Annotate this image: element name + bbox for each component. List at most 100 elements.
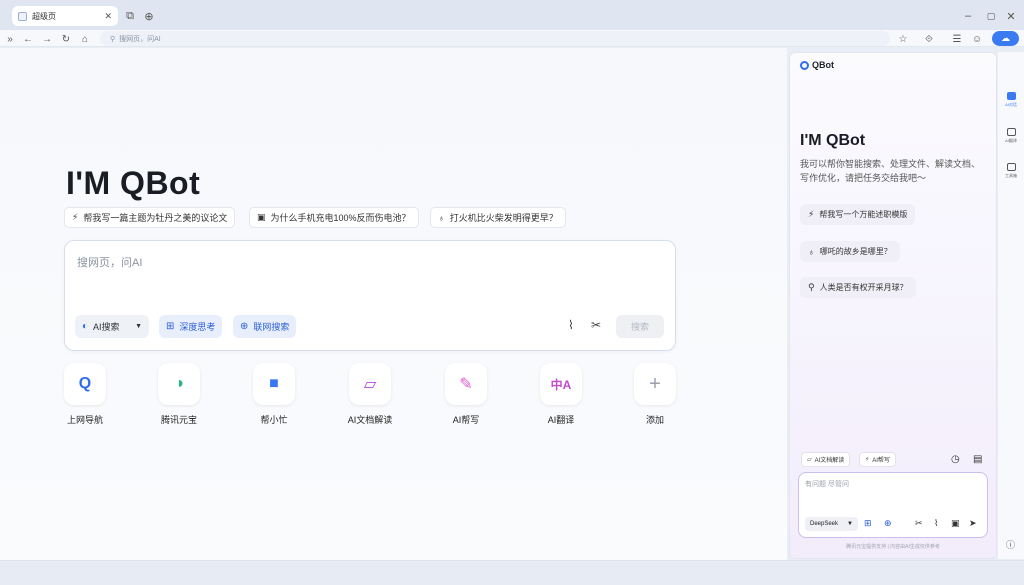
app-label: 添加	[645, 415, 664, 425]
minimize-icon[interactable]: –	[960, 8, 976, 24]
rail-item-ai-translate[interactable]: AI翻译	[1000, 128, 1022, 144]
new-chat-icon[interactable]: ▤	[973, 454, 982, 465]
plus-icon: +	[634, 363, 676, 405]
search-box[interactable]	[64, 240, 676, 351]
account-icon[interactable]: ☺	[970, 32, 984, 46]
panel-title: I'M QBot	[800, 132, 866, 149]
rail-label: 工具箱	[1005, 173, 1017, 178]
wand-icon: ✎	[445, 363, 487, 405]
reload-icon[interactable]: ↻	[59, 32, 73, 46]
panel-suggestion-label: 哪吒的故乡是哪里？	[819, 247, 892, 256]
suggestion-label: 为什么手机充电100%反而伤电池？	[270, 213, 411, 223]
search-icon: ⚲	[808, 282, 815, 292]
panel-disclaimer: 腾讯元宝提供支持 | 内容由AI生成仅供参考	[846, 544, 940, 550]
browser-tab[interactable]: 超级页 ✕	[12, 6, 118, 26]
magic-icon: ⚡	[865, 457, 870, 463]
attach-icon[interactable]: ⌇	[568, 318, 574, 332]
chat-icon	[1006, 92, 1016, 100]
chevron-down-icon: ▼	[135, 323, 142, 330]
toolbox-icon	[1006, 163, 1016, 171]
globe-icon: ⊕	[240, 321, 249, 332]
rail-label: AI翻译	[1005, 138, 1017, 143]
qbot-logo-icon	[800, 60, 809, 70]
app-label: 上网导航	[66, 415, 103, 425]
tab-title: 超级页	[32, 11, 56, 21]
doc-read-tool-label: AI文档解读	[814, 458, 845, 464]
app-label: AI文档解读	[347, 415, 393, 425]
rail-label: AI对话	[1005, 102, 1017, 107]
deep-think-icon[interactable]: ⊞	[864, 518, 872, 529]
deep-think-toggle[interactable]: ⊞ 深度思考	[159, 315, 223, 338]
app-shortcut[interactable]: ▱ AI文档解读	[330, 363, 410, 426]
chevron-down-icon: ▼	[847, 521, 853, 527]
attach-icon[interactable]: ⌇	[934, 518, 938, 529]
chat-icon: ▣	[257, 212, 266, 222]
magic-icon: ⚡	[72, 212, 79, 222]
qbot-brand-label: QBot	[812, 60, 834, 70]
magic-icon: ⚡	[808, 209, 815, 219]
app-shortcut[interactable]: ✎ AI帮写	[426, 363, 506, 426]
app-shortcut[interactable]: ◑ 腾讯元宝	[139, 363, 219, 426]
app-shortcut[interactable]: Q 上网导航	[45, 363, 125, 426]
globe-icon[interactable]: ⊕	[884, 518, 892, 529]
bulb-icon: ♁	[438, 212, 445, 223]
search-submit-button[interactable]: 搜索	[616, 315, 664, 338]
app-shortcut[interactable]: ■ 帮小忙	[234, 363, 314, 426]
history-icon[interactable]: ◷	[951, 454, 960, 465]
panel-suggestion[interactable]: ⚲ 人类是否有权开采月球？	[800, 277, 916, 298]
url-placeholder: 搜网页，问AI	[119, 35, 161, 43]
doc-icon: ▱	[807, 457, 812, 463]
panel-suggestion-label: 人类是否有权开采月球？	[819, 283, 908, 292]
scissors-icon[interactable]: ✂	[915, 518, 923, 529]
window-close-icon[interactable]: ✕	[1003, 8, 1019, 24]
back-icon[interactable]: ←	[21, 32, 35, 46]
tab-close-icon[interactable]: ✕	[104, 11, 112, 22]
new-tab-icon[interactable]: ⊕	[141, 8, 157, 24]
doc-read-tool-button[interactable]: ▱ AI文档解读	[801, 452, 851, 467]
suggestion-chip[interactable]: ⚡ 帮我写一篇主题为牡丹之美的议论文	[64, 207, 236, 228]
suggestion-label: 打火机比火柴发明得更早？	[449, 213, 558, 223]
tab-favicon-icon	[18, 11, 27, 21]
translate-icon	[1006, 128, 1016, 136]
app-shortcut[interactable]: 中A AI翻译	[521, 363, 601, 426]
ai-search-icon: ◐	[82, 321, 89, 332]
app-shortcut[interactable]: + 添加	[615, 363, 695, 426]
model-select[interactable]: DeepSeek ▼	[805, 517, 858, 531]
app-label: 帮小忙	[260, 415, 288, 425]
send-icon[interactable]: ➤	[969, 518, 977, 529]
url-search-icon: ⚲	[110, 35, 116, 43]
doc-read-icon: ▱	[349, 363, 391, 405]
extension-icon[interactable]: ⟐	[922, 32, 936, 46]
scissors-icon[interactable]: ✂	[591, 318, 601, 332]
qbot-brand: QBot	[800, 60, 834, 70]
home-icon[interactable]: ⌂	[78, 32, 92, 46]
status-bar	[0, 560, 1024, 585]
panel-suggestion[interactable]: ⚡ 帮我写一个万能述职模版	[800, 204, 916, 225]
forward-icon[interactable]: →	[40, 32, 54, 46]
app-label: AI翻译	[547, 415, 575, 425]
translate-icon: 中A	[540, 363, 582, 405]
rail-item-toolbox[interactable]: 工具箱	[1000, 163, 1022, 179]
suggestion-chip[interactable]: ▣ 为什么手机充电100%反而伤电池？	[249, 207, 419, 228]
write-tool-label: AI帮写	[872, 458, 890, 464]
favorite-star-icon[interactable]: ☆	[896, 32, 910, 46]
app-label: 腾讯元宝	[160, 415, 197, 425]
search-mode-label: AI搜索	[93, 322, 120, 332]
panel-suggestion-label: 帮我写一个万能述职模版	[819, 210, 908, 219]
url-input[interactable]: ⚲ 搜网页，问AI	[100, 31, 890, 46]
cloud-sync-icon[interactable]: ☁	[992, 31, 1019, 46]
suggestion-label: 帮我写一篇主题为牡丹之美的议论文	[83, 213, 228, 223]
sidebar-toggle-icon[interactable]: »	[3, 32, 17, 46]
tab-overview-icon[interactable]: ⧉	[122, 8, 138, 24]
image-icon[interactable]: ▣	[951, 518, 960, 529]
menu-list-icon[interactable]: ☰	[950, 32, 964, 46]
app-label: AI帮写	[452, 415, 480, 425]
panel-suggestion[interactable]: ♁ 哪吒的故乡是哪里？	[800, 241, 900, 262]
search-mode-select[interactable]: ◐ AI搜索 ▼	[75, 315, 149, 338]
help-icon[interactable]: ⓘ	[1006, 538, 1015, 551]
suggestion-chip[interactable]: ♁ 打火机比火柴发明得更早？	[430, 207, 566, 228]
rail-item-ai-chat[interactable]: AI对话	[1000, 92, 1022, 108]
web-search-toggle[interactable]: ⊕ 联网搜索	[233, 315, 297, 338]
write-tool-button[interactable]: ⚡ AI帮写	[859, 452, 896, 467]
restore-icon[interactable]: ▢	[983, 8, 999, 24]
